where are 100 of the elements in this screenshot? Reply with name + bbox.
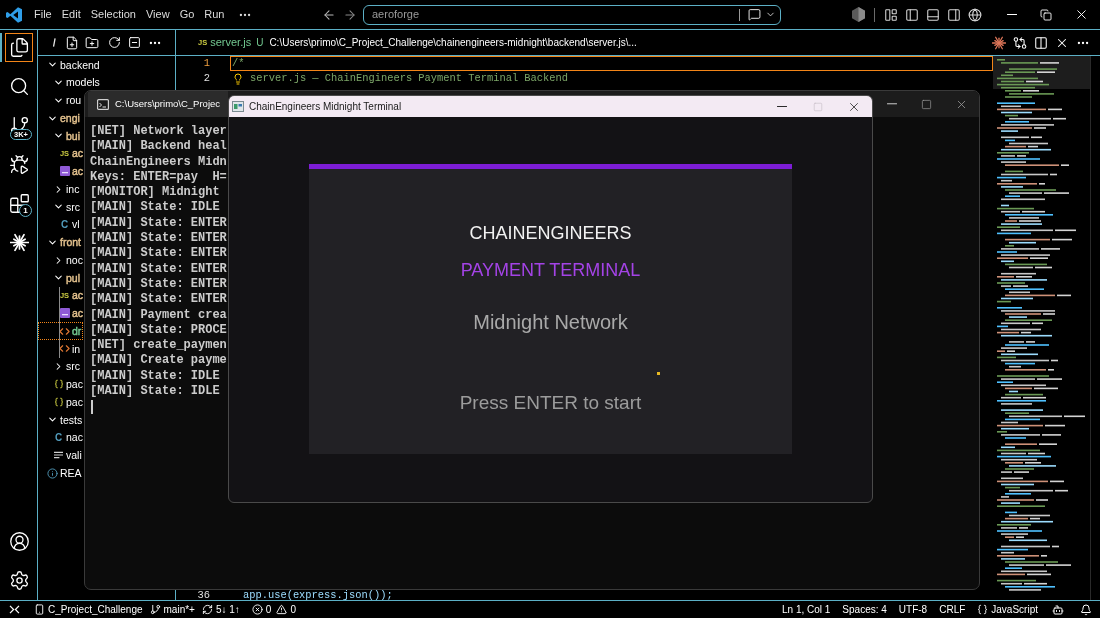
problems-item[interactable]: 0 0 — [251, 604, 296, 615]
language-mode[interactable]: JavaScript — [977, 604, 1038, 615]
app-icon — [232, 101, 244, 112]
panel-bottom-icon — [926, 7, 940, 22]
maximize-icon — [921, 98, 932, 110]
terminal-line: [MAIN] State: IDLE — [90, 200, 220, 216]
tree-item[interactable]: REA — [38, 464, 83, 482]
branch-item[interactable]: main*+ — [149, 604, 195, 615]
restore-icon — [1039, 8, 1052, 21]
network-label: Midnight Network — [473, 310, 628, 335]
tree-item[interactable]: tests — [38, 411, 84, 429]
tree-item[interactable]: in — [38, 340, 83, 358]
tree-item[interactable]: pac — [38, 375, 84, 394]
menu-item[interactable]: Selection — [85, 3, 141, 26]
globe-icon — [968, 7, 982, 22]
square-minus-icon — [127, 36, 141, 49]
document-tile-icon — [59, 166, 70, 177]
layout-icon — [884, 7, 898, 22]
play-bug-icon — [8, 154, 30, 175]
files-icon — [8, 37, 30, 58]
file-type-label: C — [60, 219, 69, 230]
info-icon — [47, 467, 58, 479]
search-icon — [8, 76, 30, 97]
menu-item[interactable]: Run — [199, 3, 230, 26]
code-icon — [59, 343, 70, 355]
tree-item[interactable]: noc — [38, 251, 84, 269]
notifications-button[interactable] — [1078, 601, 1094, 618]
menu-item[interactable]: File — [29, 3, 57, 26]
terminal-line: [MAIN] Backend heal — [90, 139, 227, 155]
terminal-line: [MAIN] State: ENTER — [90, 231, 227, 247]
terminal-tab[interactable]: C:\Users\primo\C_Projec — [88, 91, 228, 117]
menu-item[interactable]: Go — [174, 3, 200, 26]
tree-item[interactable]: C nac — [38, 428, 84, 447]
status-item[interactable]: CRLF — [939, 604, 966, 615]
menu-item[interactable]: View — [140, 3, 175, 26]
brand-title: CHAINENGINEERS — [469, 222, 632, 245]
extensions-tab[interactable]: 1 — [5, 189, 33, 218]
code-icon — [59, 325, 70, 337]
sidebar-left-icon — [905, 7, 919, 22]
chat-button[interactable] — [745, 6, 763, 23]
branch-icon — [149, 604, 161, 615]
workspace-item[interactable]: C_Project_Challenge — [34, 604, 143, 615]
subtitle: PAYMENT TERMINAL — [460, 259, 641, 282]
terminal-line: [MAIN] State: ENTER — [90, 292, 227, 308]
terminal-line: [MAIN] Payment crea — [90, 307, 227, 323]
blocks-icon — [8, 193, 30, 214]
terminal-line: [MAIN] State: ENTER — [90, 215, 227, 232]
tree-item[interactable]: front — [38, 233, 83, 252]
document-tile-icon — [59, 308, 70, 319]
command-center[interactable]: aeroforge — [363, 4, 781, 25]
menu-item[interactable]: Edit — [56, 3, 86, 26]
terminal-line: [MAIN] State: IDLE — [90, 384, 220, 400]
tree-item[interactable]: bui — [38, 127, 83, 145]
tree-item[interactable]: pul — [38, 269, 83, 287]
terminal-line: [MAIN] Create payme — [90, 353, 227, 369]
terminal-line: [MAIN] State: IDLE — [90, 368, 220, 385]
partial-icon — [52, 38, 56, 47]
tree-item[interactable]: pac — [38, 393, 84, 411]
sync-icon — [201, 604, 213, 615]
tree-item[interactable]: models — [38, 73, 101, 92]
tree-item[interactable]: src — [38, 198, 83, 216]
tree-item[interactable]: C vl — [38, 215, 83, 234]
sync-item[interactable]: 5↓ 1↑ — [201, 604, 240, 615]
bot-icon — [1052, 603, 1064, 616]
minimize-icon — [777, 105, 787, 108]
hexagon-button[interactable] — [849, 4, 867, 25]
tree-item[interactable]: src — [38, 357, 83, 376]
start-prompt: Press ENTER to start — [459, 391, 642, 415]
terminal-line: [NET] Network layer — [90, 124, 227, 140]
split-editor-icon — [1034, 35, 1048, 50]
terminal-line: [MAIN] State: ENTER — [90, 246, 227, 262]
line-number: 2 — [202, 73, 210, 84]
settings-icon — [8, 570, 30, 591]
minimize-icon — [886, 103, 897, 105]
tree-item[interactable]: inc — [38, 180, 83, 198]
status-item[interactable]: UTF-8 — [898, 604, 928, 615]
tree-item[interactable]: vali — [38, 446, 83, 465]
tree-item[interactable]: backend — [38, 56, 101, 74]
sidebar-right-icon — [947, 7, 961, 22]
file-plus-icon — [65, 35, 79, 50]
explorer-tab[interactable] — [5, 33, 33, 62]
warning-icon — [276, 604, 288, 615]
terminal-line: ChainEngineers Midn — [90, 154, 227, 170]
minimize-icon — [1007, 13, 1017, 16]
status-item[interactable]: Ln 1, Col 1 — [782, 604, 831, 615]
hexagon-icon — [851, 7, 865, 22]
line-number: 36 — [196, 589, 210, 601]
lightbulb-icon[interactable] — [232, 72, 244, 85]
remote-icon — [8, 605, 20, 614]
braces-icon — [53, 379, 64, 390]
tree-item[interactable]: ac — [38, 162, 85, 181]
terminal-line: [NET] create_paymen — [90, 338, 227, 354]
terminal-line: [MONITOR] Midnight — [90, 185, 220, 201]
terminal-line: [MAIN] State: ENTER — [90, 261, 227, 277]
tree-item[interactable]: ac — [38, 304, 85, 323]
status-item[interactable]: Spaces: 4 — [842, 604, 887, 615]
count-badge: 1 — [19, 204, 32, 217]
tree-item[interactable]: rou — [38, 91, 83, 110]
tree-item[interactable]: engi — [38, 109, 83, 127]
account-icon — [8, 531, 30, 552]
